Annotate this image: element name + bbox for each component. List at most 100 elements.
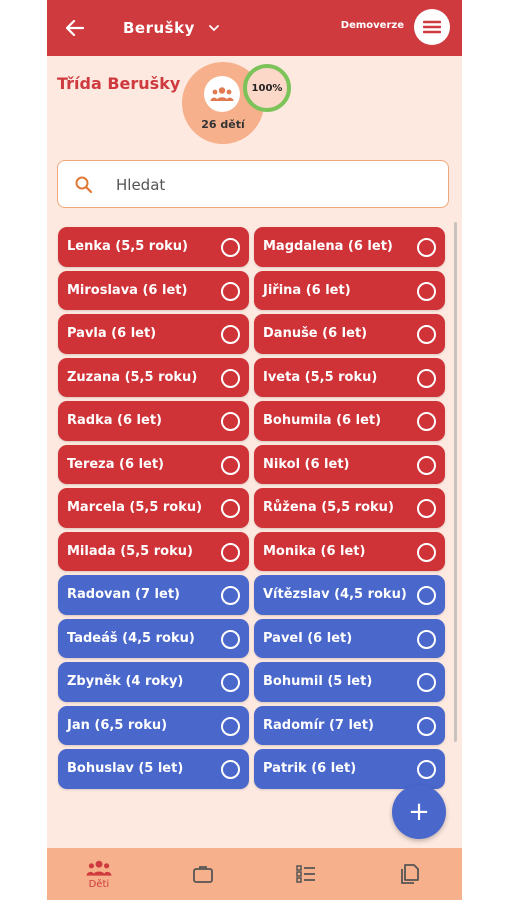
attendance-checkbox[interactable] [417,455,436,475]
child-name: Monika (6 let) [263,543,366,559]
nav-item-documents[interactable] [358,848,462,900]
child-item[interactable]: Zbyněk (4 roky) [58,662,249,702]
menu-button[interactable] [414,9,450,45]
attendance-checkbox[interactable] [221,586,240,605]
child-name: Růžena (5,5 roku) [263,500,394,516]
attendance-checkbox[interactable] [221,760,240,779]
child-name: Pavla (6 let) [67,326,157,342]
documents-icon [401,864,420,884]
child-item[interactable]: Jan (6,5 roku) [58,705,249,745]
child-item[interactable]: Patrik (6 let) [254,749,445,789]
child-item[interactable]: Magdalena (6 let) [254,227,445,267]
attendance-checkbox[interactable] [417,499,436,518]
children-count: 26 dětí [201,118,245,131]
child-name: Jiřina (6 let) [263,282,351,298]
class-title: Třída Berušky [57,74,181,93]
child-name: Tadeáš (4,5 roku) [67,630,195,646]
child-item[interactable]: Pavel (6 let) [254,618,445,658]
attendance-percent: 100% [243,64,291,112]
child-name: Bohumila (6 let) [263,413,382,429]
attendance-checkbox[interactable] [221,412,240,431]
child-item[interactable]: Radomír (7 let) [254,705,445,745]
child-item[interactable]: Vítězslav (4,5 roku) [254,575,445,615]
hamburger-icon [423,20,441,34]
people-icon [204,76,240,112]
child-item[interactable]: Danuše (6 let) [254,314,445,354]
nav-item-briefcase[interactable] [151,848,255,900]
child-item[interactable]: Monika (6 let) [254,531,445,571]
child-name: Magdalena (6 let) [263,239,393,255]
attendance-checkbox[interactable] [221,325,240,344]
attendance-checkbox[interactable] [417,238,436,257]
child-name: Iveta (5,5 roku) [263,369,378,385]
child-item[interactable]: Milada (5,5 roku) [58,531,249,571]
chevron-down-icon [208,24,219,31]
attendance-checkbox[interactable] [221,629,240,649]
add-child-button[interactable]: + [392,785,446,839]
child-name: Danuše (6 let) [263,326,368,342]
child-name: Jan (6,5 roku) [67,717,168,733]
child-item[interactable]: Tereza (6 let) [58,444,249,484]
app-screen: Berušky Demoverze Třída Berušky 26 dětí [47,0,462,900]
child-item[interactable]: Pavla (6 let) [58,314,249,354]
attendance-checkbox[interactable] [221,455,240,475]
child-item[interactable]: Zuzana (5,5 roku) [58,357,249,397]
children-grid: Lenka (5,5 roku) Magdalena (6 let) Mirosla… [58,227,448,789]
child-item[interactable]: Iveta (5,5 roku) [254,357,445,397]
attendance-checkbox[interactable] [417,586,436,605]
child-item[interactable]: Tadeáš (4,5 roku) [58,618,249,658]
attendance-checkbox[interactable] [221,238,240,257]
child-name: Bohumil (5 let) [263,674,373,690]
child-name: Radovan (7 let) [67,587,180,603]
back-arrow-icon [66,20,84,36]
attendance-checkbox[interactable] [417,325,436,344]
demo-label: Demoverze [340,20,404,31]
child-name: Pavel (6 let) [263,630,353,646]
attendance-checkbox[interactable] [417,542,436,562]
child-name: Tereza (6 let) [67,456,164,472]
attendance-checkbox[interactable] [417,760,436,779]
child-item[interactable]: Nikol (6 let) [254,444,445,484]
attendance-checkbox[interactable] [417,673,436,692]
child-name: Radomír (7 let) [263,717,374,733]
child-name: Zbyněk (4 roky) [67,674,184,690]
back-button[interactable] [61,14,89,42]
child-name: Bohuslav (5 let) [67,761,184,777]
child-item[interactable]: Lenka (5,5 roku) [58,227,249,267]
scrollbar[interactable] [454,222,457,742]
child-item[interactable]: Radka (6 let) [58,401,249,441]
attendance-checkbox[interactable] [417,412,436,431]
attendance-checkbox[interactable] [221,716,240,736]
child-item[interactable]: Jiřina (6 let) [254,270,445,310]
attendance-checkbox[interactable] [417,368,436,388]
attendance-checkbox[interactable] [221,499,240,518]
nav-item-checklist[interactable] [255,848,359,900]
search-box [57,160,449,208]
top-bar: Berušky Demoverze [47,0,462,56]
attendance-checkbox[interactable] [417,716,436,736]
attendance-checkbox[interactable] [221,368,240,388]
child-item[interactable]: Marcela (5,5 roku) [58,488,249,528]
briefcase-icon [192,866,213,883]
attendance-checkbox[interactable] [221,673,240,692]
people-icon [86,860,112,876]
class-selector[interactable]: Berušky [123,17,219,39]
child-name: Radka (6 let) [67,413,162,429]
search-input[interactable] [114,173,418,197]
child-item[interactable]: Bohumila (6 let) [254,401,445,441]
child-name: Milada (5,5 roku) [67,543,193,559]
child-item[interactable]: Bohuslav (5 let) [58,749,249,789]
attendance-checkbox[interactable] [221,281,240,301]
child-item[interactable]: Bohumil (5 let) [254,662,445,702]
nav-item-children[interactable]: Děti [47,848,151,900]
bottom-nav: Děti [47,848,462,900]
child-item[interactable]: Růžena (5,5 roku) [254,488,445,528]
attendance-checkbox[interactable] [221,542,240,562]
class-selector-label: Berušky [123,19,195,37]
attendance-checkbox[interactable] [417,629,436,649]
child-item[interactable]: Radovan (7 let) [58,575,249,615]
child-name: Patrik (6 let) [263,761,357,777]
child-name: Zuzana (5,5 roku) [67,369,198,385]
attendance-checkbox[interactable] [417,281,436,301]
child-item[interactable]: Miroslava (6 let) [58,270,249,310]
